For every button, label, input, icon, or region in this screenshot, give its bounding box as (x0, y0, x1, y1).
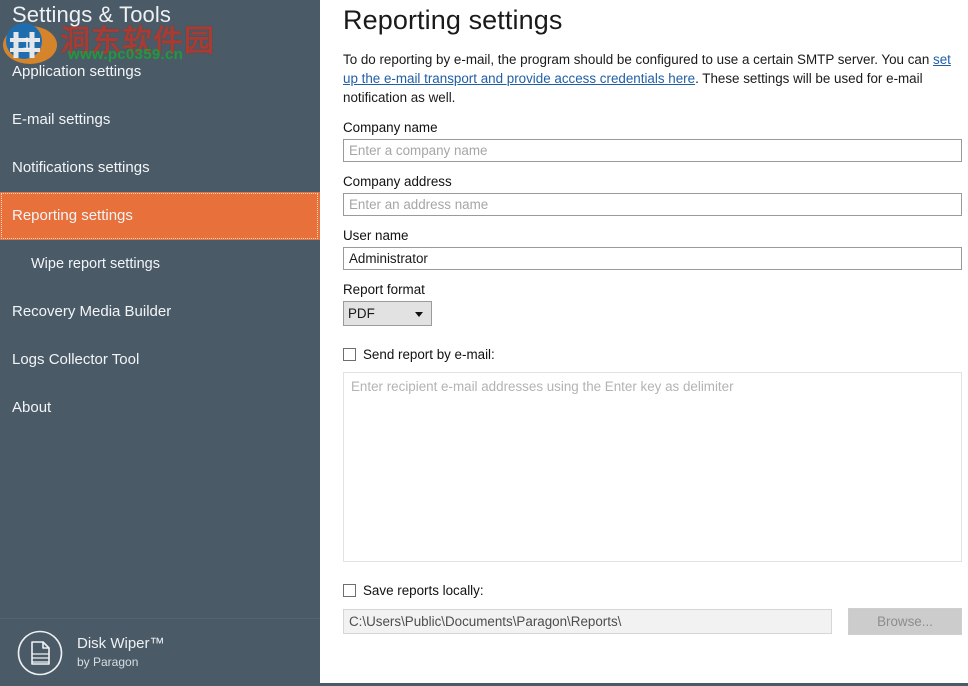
sidebar: Settings & Tools Application settings E-… (0, 0, 320, 686)
sidebar-item-label: Logs Collector Tool (12, 351, 139, 368)
send-report-checkbox[interactable] (343, 348, 356, 361)
save-locally-row: Save reports locally: (343, 583, 961, 598)
sidebar-item-label: Application settings (12, 63, 141, 80)
sidebar-title: Settings & Tools (12, 2, 171, 28)
user-name-label: User name (343, 228, 961, 243)
sidebar-item-label: Wipe report settings (31, 256, 160, 272)
sidebar-item-notifications-settings[interactable]: Notifications settings (0, 144, 320, 192)
sidebar-item-email-settings[interactable]: E-mail settings (0, 96, 320, 144)
sidebar-item-label: E-mail settings (12, 111, 110, 128)
sidebar-item-logs-collector-tool[interactable]: Logs Collector Tool (0, 336, 320, 384)
sidebar-nav: Application settings E-mail settings Not… (0, 48, 320, 432)
brand-footer: Disk Wiper™ by Paragon (0, 618, 320, 686)
save-locally-label: Save reports locally: (363, 583, 484, 598)
main-content: Reporting settings To do reporting by e-… (320, 0, 968, 686)
company-address-input[interactable] (343, 193, 962, 216)
save-locally-checkbox[interactable] (343, 584, 356, 597)
company-name-input[interactable] (343, 139, 962, 162)
sidebar-item-wipe-report-settings[interactable]: Wipe report settings (0, 240, 320, 288)
save-path-input[interactable] (343, 609, 832, 634)
browse-button[interactable]: Browse... (848, 608, 962, 635)
user-name-input[interactable] (343, 247, 962, 270)
document-icon (17, 630, 63, 676)
page-title: Reporting settings (343, 0, 961, 36)
sidebar-item-reporting-settings[interactable]: Reporting settings (0, 192, 320, 240)
company-name-label: Company name (343, 120, 961, 135)
brand-by: by Paragon (77, 655, 165, 670)
intro-paragraph: To do reporting by e-mail, the program s… (343, 50, 963, 107)
brand-text: Disk Wiper™ by Paragon (77, 635, 165, 670)
sidebar-item-recovery-media-builder[interactable]: Recovery Media Builder (0, 288, 320, 336)
sidebar-item-label: Reporting settings (12, 207, 133, 224)
save-path-row: Browse... (343, 608, 962, 635)
report-format-select[interactable]: PDF (343, 301, 432, 326)
send-report-row: Send report by e-mail: (343, 347, 961, 362)
brand-name: Disk Wiper™ (77, 635, 165, 654)
sidebar-item-about[interactable]: About (0, 384, 320, 432)
settings-window: Settings & Tools Application settings E-… (0, 0, 968, 686)
sidebar-item-application-settings[interactable]: Application settings (0, 48, 320, 96)
company-address-label: Company address (343, 174, 961, 189)
recipients-textarea[interactable] (343, 372, 962, 562)
report-format-select-wrapper: PDF (343, 301, 432, 326)
sidebar-item-label: Notifications settings (12, 159, 150, 176)
sidebar-item-label: Recovery Media Builder (12, 303, 171, 320)
send-report-label: Send report by e-mail: (363, 347, 495, 362)
sidebar-item-label: About (12, 399, 51, 416)
intro-text-part1: To do reporting by e-mail, the program s… (343, 52, 933, 67)
report-format-label: Report format (343, 282, 961, 297)
